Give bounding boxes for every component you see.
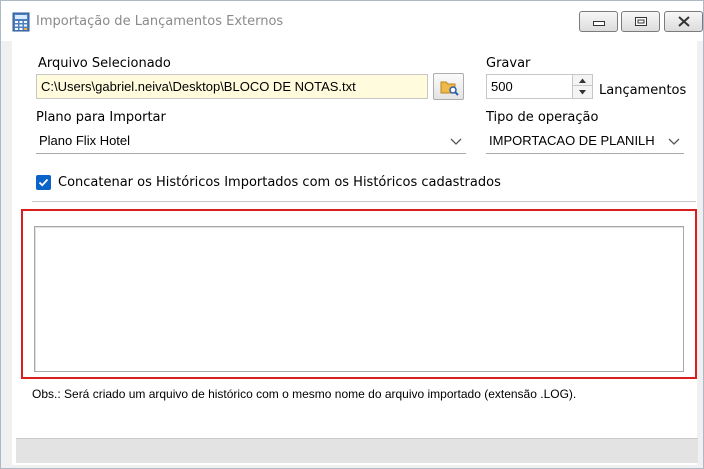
plano-selected-value: Plano Flix Hotel — [39, 133, 131, 148]
calculator-app-icon — [12, 12, 32, 32]
folder-search-icon — [440, 81, 459, 96]
minimize-icon — [593, 21, 605, 26]
tipo-label: Tipo de operação — [486, 110, 599, 125]
obs-note: Obs.: Será criado um arquivo de históric… — [32, 387, 577, 401]
separator — [32, 201, 696, 202]
tipo-selected-value: IMPORTACAO DE PLANILH — [489, 133, 655, 148]
title-bar[interactable]: Importação de Lançamentos Externos — [1, 1, 703, 41]
close-icon — [678, 16, 690, 27]
gravar-input[interactable]: 500 — [486, 74, 573, 99]
browse-file-button[interactable] — [433, 73, 464, 100]
chevron-down-icon — [668, 138, 680, 145]
spin-down-button[interactable] — [573, 87, 592, 98]
status-bar — [16, 438, 698, 463]
import-window: Importação de Lançamentos Externos Arqui… — [0, 0, 704, 469]
file-path-field[interactable]: C:\Users\gabriel.neiva\Desktop\BLOCO DE … — [36, 74, 428, 99]
chevron-down-icon — [450, 138, 462, 145]
maximize-button[interactable] — [621, 11, 660, 32]
spin-up-button[interactable] — [573, 75, 592, 86]
arrow-down-icon — [579, 90, 586, 95]
file-label: Arquivo Selecionado — [38, 56, 171, 71]
window-title: Importação de Lançamentos Externos — [36, 14, 284, 29]
concat-checkbox[interactable] — [36, 175, 51, 190]
concat-label[interactable]: Concatenar os Históricos Importados com … — [58, 175, 501, 190]
close-button[interactable] — [664, 11, 703, 32]
minimize-button[interactable] — [579, 11, 618, 32]
plano-label: Plano para Importar — [36, 110, 166, 125]
check-icon — [38, 178, 49, 187]
plano-select[interactable]: Plano Flix Hotel — [36, 129, 466, 154]
tipo-select[interactable]: IMPORTACAO DE PLANILH — [486, 129, 684, 154]
gravar-label: Gravar — [486, 56, 531, 71]
lancamentos-label: Lançamentos — [599, 83, 687, 98]
log-memo[interactable] — [34, 226, 684, 372]
dialog-content: Arquivo Selecionado C:\Users\gabriel.nei… — [12, 41, 697, 465]
gravar-spinner[interactable] — [572, 74, 593, 99]
maximize-icon — [635, 17, 647, 26]
arrow-up-icon — [579, 78, 586, 83]
